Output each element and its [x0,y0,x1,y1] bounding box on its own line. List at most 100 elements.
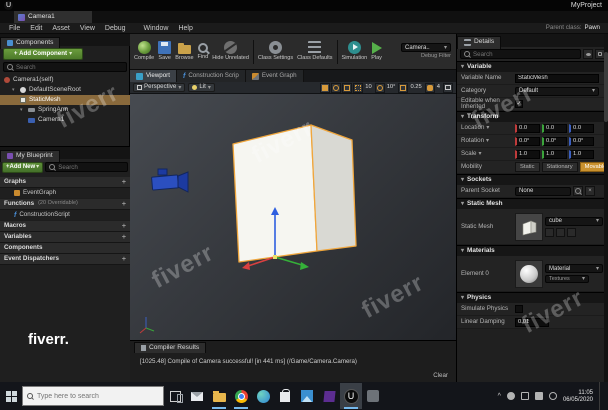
bp-section-event-dispatchers[interactable]: Event Dispatchers + [0,254,130,265]
tree-item-defaultsceneroot[interactable]: ▾ DefaultSceneRoot [0,85,130,95]
simulate-physics-checkbox[interactable] [515,305,523,314]
compiler-results-tab[interactable]: Compiler Results [134,342,207,353]
blueprint-window-tab[interactable]: Camera1 [14,11,92,23]
tree-item-camera1-self[interactable]: Camera1(self) [0,75,130,85]
save-button[interactable]: Save [156,39,173,64]
tree-item-springarm[interactable]: ▾ SpringArm [0,105,130,115]
perspective-button[interactable]: Perspective ▾ [133,83,186,92]
location-y-field[interactable]: 0.0 [542,123,567,133]
add-graph-button[interactable]: + [122,179,126,186]
task-view-button[interactable] [164,383,186,409]
section-static-mesh[interactable]: ▾ Static Mesh [457,198,608,210]
editable-checkbox[interactable]: ✓ [515,100,523,109]
play-button[interactable]: Play [369,39,384,64]
use-selected-button[interactable] [545,227,554,237]
location-z-field[interactable]: 0.0 [569,123,594,133]
details-scrollbar[interactable] [604,34,608,382]
section-transform[interactable]: ▾ Transform [457,111,608,123]
rotation-snap-button[interactable] [374,82,385,93]
menu-asset[interactable]: Asset [47,25,75,32]
photos-button[interactable] [296,383,318,409]
my-blueprint-search[interactable] [45,162,128,172]
tab-event-graph[interactable]: Event Graph [245,70,304,82]
add-macro-button[interactable]: + [122,223,126,230]
bp-section-functions[interactable]: Functions (20 Overridable) + [0,199,130,210]
grid-snap-value[interactable]: 10 [365,84,371,91]
expander-icon[interactable]: ▾ [20,107,25,113]
eye-icon[interactable] [583,49,593,59]
components-tab[interactable]: Components [0,36,61,49]
mobility-static-button[interactable]: Static [515,162,540,173]
mail-app-button[interactable] [186,383,208,409]
camera-speed-value[interactable]: 4 [437,84,440,91]
tab-viewport[interactable]: Viewport [130,70,177,82]
scale-tool-button[interactable] [342,82,353,93]
bp-section-graphs[interactable]: Graphs + [0,177,130,188]
maximize-viewport-button[interactable] [443,82,453,93]
mobility-stationary-button[interactable]: Stationary [541,162,578,173]
simulation-button[interactable]: Simulation [340,39,370,64]
debug-object-select[interactable]: Camera.. ▾ [401,43,451,53]
bp-section-variables[interactable]: Variables + [0,232,130,243]
vs-code-button[interactable] [318,383,340,409]
section-materials[interactable]: ▾ Materials [457,245,608,257]
class-defaults-button[interactable]: Class Defaults [295,39,334,64]
linear-damping-field[interactable]: 0.01 [515,317,549,327]
battery-icon[interactable] [548,392,557,400]
material-thumbnail[interactable] [515,259,543,288]
show-desktop-button[interactable] [599,382,602,410]
translate-tool-button[interactable] [320,82,331,93]
scale-y-field[interactable]: 1.0 [542,149,567,159]
rotation-z-field[interactable]: 0.0° [569,136,594,146]
add-variable-button[interactable]: + [122,234,126,241]
clear-button[interactable]: Clear [433,372,448,379]
menu-edit[interactable]: Edit [25,25,47,32]
tree-item-camera1[interactable]: Camera1 [0,115,130,125]
rotate-tool-button[interactable] [331,82,342,93]
menu-view[interactable]: View [75,25,100,32]
my-blueprint-search-input[interactable] [58,163,124,171]
rotation-snap-value[interactable]: 10° [387,84,396,91]
generic-app-button[interactable] [362,383,384,409]
scale-snap-button[interactable] [398,82,409,93]
chrome-button[interactable] [230,383,252,409]
reset-asset-button[interactable] [567,227,576,237]
section-physics[interactable]: ▾ Physics [457,292,608,304]
edge-button[interactable] [252,383,274,409]
location-x-field[interactable]: 0.0 [515,123,540,133]
browse-to-asset-button[interactable] [556,227,565,237]
compile-button[interactable]: Compile [132,39,156,64]
parent-class-value[interactable]: Pawn [585,24,600,31]
tab-construction-script[interactable]: f Construction Scrip [176,70,246,82]
scale-snap-value[interactable]: 0.25 [410,84,421,91]
cube-mesh[interactable] [232,124,357,263]
components-search-input[interactable] [16,63,123,71]
hide-unrelated-button[interactable]: Hide Unrelated [210,39,251,64]
menu-debug[interactable]: Debug [100,25,131,32]
my-blueprint-tab[interactable]: My Blueprint [0,149,60,162]
menu-help[interactable]: Help [173,25,197,32]
socket-clear-button[interactable]: × [585,186,595,197]
section-sockets[interactable]: ▾ Sockets [457,174,608,186]
network-icon[interactable] [520,392,529,400]
tree-item-staticmesh[interactable]: StaticMesh [0,95,130,105]
add-new-button[interactable]: +Add New ▾ [2,161,44,173]
bp-section-components[interactable]: Components [0,243,130,254]
details-search-input[interactable] [473,50,577,58]
bp-item-constructionscript[interactable]: f ConstructionScript [0,210,130,221]
camera-speed-button[interactable] [424,82,435,93]
textures-dropdown[interactable]: Textures ▾ [545,275,589,284]
bp-item-eventgraph[interactable]: EventGraph [0,188,130,199]
category-select[interactable]: Default ▾ [515,86,599,96]
onedrive-icon[interactable] [506,392,515,400]
components-search[interactable] [3,62,127,72]
add-function-button[interactable]: + [122,201,126,208]
volume-icon[interactable] [534,392,543,400]
clock[interactable]: 11:05 06/05/2020 [563,390,593,403]
bp-section-macros[interactable]: Macros + [0,221,130,232]
static-mesh-thumbnail[interactable] [515,212,543,241]
section-variable[interactable]: ▾ Variable [457,61,608,72]
windows-start-button[interactable] [0,383,22,409]
rotation-x-field[interactable]: 0.0° [515,136,540,146]
socket-search-button[interactable] [573,186,583,197]
